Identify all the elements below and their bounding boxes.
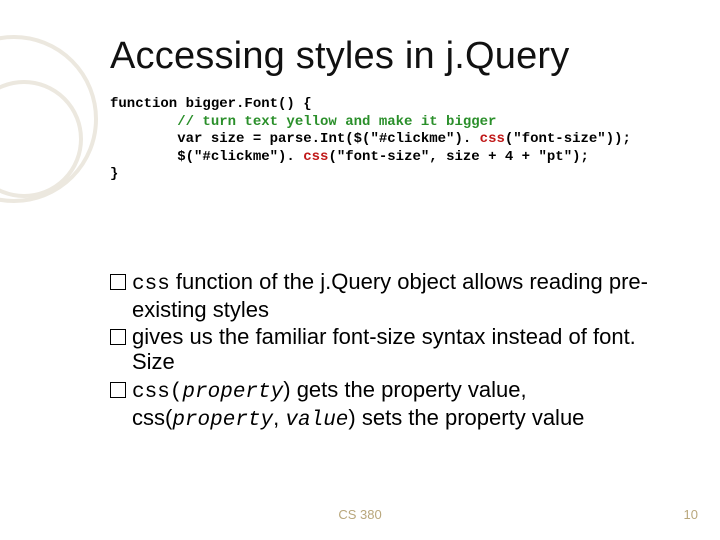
bullet-list: css function of the j.Query object allow… <box>110 269 660 433</box>
code-css-1: css <box>480 131 505 147</box>
bullet-3-sep: , <box>273 405 285 430</box>
bullet-3-text: css(property) gets the property value, c… <box>132 377 660 433</box>
code-text: ("font-size")); <box>505 131 631 147</box>
code-text: bigger.Font() { <box>177 96 311 112</box>
bullet-3-prop1: property <box>182 381 283 404</box>
bullet-3-mid2: ) sets the property value <box>348 405 584 430</box>
bullet-box-icon <box>110 329 126 345</box>
bullet-3-val: value <box>285 409 348 432</box>
code-block: function bigger.Font() { // turn text ye… <box>110 96 660 184</box>
code-text: } <box>110 166 118 182</box>
bullet-1: css function of the j.Query object allow… <box>110 269 660 322</box>
footer-page-number: 10 <box>684 507 698 522</box>
bullet-1-text: css function of the j.Query object allow… <box>132 269 660 322</box>
bullet-2-text: gives us the familiar font-size syntax i… <box>132 324 660 375</box>
code-text: ("font-size", size + 4 + "pt"); <box>328 149 588 165</box>
code-kw-function: function <box>110 96 177 112</box>
bullet-2-rest: us the familiar font-size syntax instead… <box>132 324 636 374</box>
code-text: $("#clickme"). <box>110 149 303 165</box>
page-title: Accessing styles in j.Query <box>110 35 660 78</box>
bullet-box-icon <box>110 382 126 398</box>
bullet-3-prop2: property <box>172 409 273 432</box>
code-text: size = parse.Int($("#clickme"). <box>202 131 479 147</box>
bullet-box-icon <box>110 274 126 290</box>
footer-course: CS 380 <box>0 507 720 522</box>
slide-content: Accessing styles in j.Query function big… <box>0 0 720 540</box>
bullet-2: gives us the familiar font-size syntax i… <box>110 324 660 375</box>
code-comment: // turn text yellow and make it bigger <box>110 114 496 130</box>
bullet-1-rest: function of the j.Query object allows re… <box>132 269 648 322</box>
bullet-2-pre: gives <box>132 324 183 349</box>
bullet-3: css(property) gets the property value, c… <box>110 377 660 433</box>
code-kw-var: var <box>110 131 202 147</box>
bullet-1-css: css <box>132 273 170 296</box>
bullet-3-css1: css( <box>132 381 182 404</box>
code-css-2: css <box>303 149 328 165</box>
